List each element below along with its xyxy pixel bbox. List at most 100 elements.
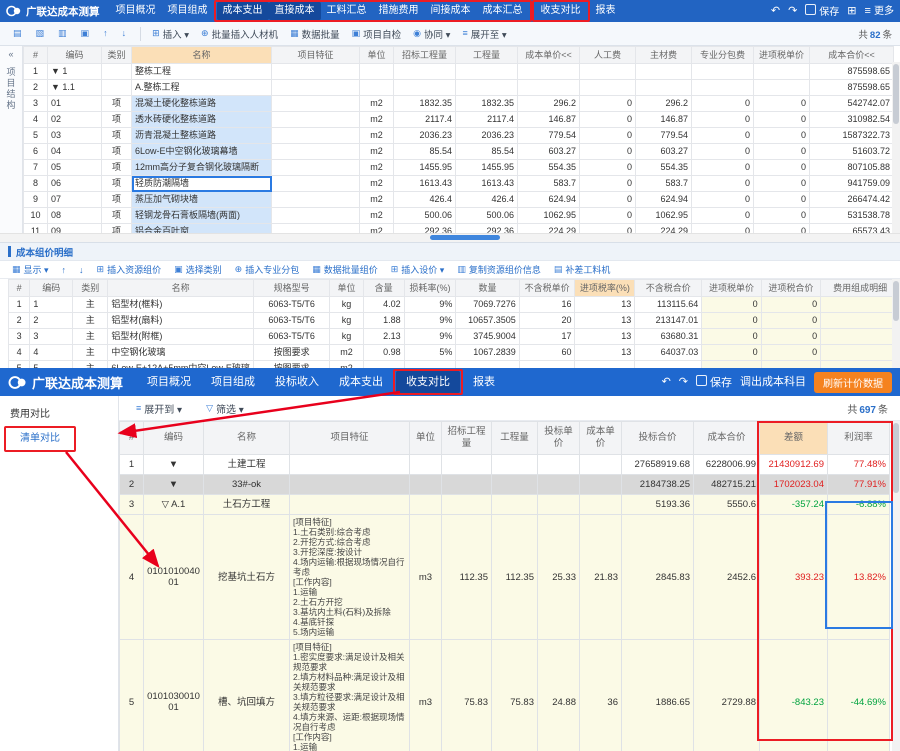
column-header[interactable]: 数量: [456, 280, 519, 297]
cell[interactable]: 010103001001: [144, 640, 204, 751]
cell[interactable]: 3: [30, 329, 73, 345]
menu-report[interactable]: 报表: [590, 2, 622, 20]
cell[interactable]: 0: [692, 128, 754, 144]
column-header[interactable]: 名称: [108, 280, 254, 297]
cell[interactable]: [410, 475, 442, 495]
cell[interactable]: 项: [102, 176, 132, 192]
cell[interactable]: 13: [575, 313, 635, 329]
cell[interactable]: [442, 475, 492, 495]
menu-income-expense-compare[interactable]: 收支对比: [535, 2, 587, 20]
cell[interactable]: 583.7: [518, 176, 580, 192]
cell[interactable]: 2452.6: [694, 515, 760, 640]
cell[interactable]: 213147.01: [635, 313, 702, 329]
cell[interactable]: 224.29: [636, 224, 692, 234]
cell[interactable]: [580, 475, 622, 495]
cell[interactable]: 583.7: [636, 176, 692, 192]
cell[interactable]: [538, 495, 580, 515]
redo-icon[interactable]: ↷: [679, 377, 688, 388]
cell[interactable]: [821, 297, 900, 313]
cell[interactable]: 875598.65: [810, 64, 894, 80]
cell[interactable]: 941759.09: [810, 176, 894, 192]
cell[interactable]: [360, 64, 394, 80]
cell[interactable]: 24.88: [538, 640, 580, 751]
cell[interactable]: [290, 495, 410, 515]
delete-icon[interactable]: ▣: [76, 24, 98, 43]
cell[interactable]: 7: [24, 160, 48, 176]
cell[interactable]: 1.88: [363, 313, 404, 329]
cell[interactable]: 603.27: [636, 144, 692, 160]
expand-to-button[interactable]: ≡展开至 ▾: [457, 24, 511, 43]
tab-material-summary[interactable]: 工料汇总: [321, 2, 373, 20]
cut-icon[interactable]: ▧: [31, 24, 53, 43]
tab-measure-cost[interactable]: 措施费用: [373, 2, 425, 20]
horizontal-scrollbar[interactable]: [0, 233, 900, 242]
cell[interactable]: [492, 475, 538, 495]
cell[interactable]: 0.98: [363, 345, 404, 361]
cell[interactable]: 挖基坑土石方: [204, 515, 290, 640]
cell[interactable]: [442, 495, 492, 515]
cell[interactable]: 按图要求: [253, 345, 329, 361]
menu-project-structure[interactable]: 项目组成: [162, 2, 214, 20]
tree-collapse-button[interactable]: «: [8, 49, 13, 59]
cell[interactable]: 土建工程: [204, 455, 290, 475]
cell[interactable]: [821, 329, 900, 345]
cell[interactable]: [692, 64, 754, 80]
cell[interactable]: 0: [702, 345, 761, 361]
cell[interactable]: 75.83: [492, 640, 538, 751]
cell[interactable]: 9: [24, 192, 48, 208]
copy-icon[interactable]: ▥: [53, 24, 75, 43]
cell[interactable]: 混凝土硬化整栋道路: [132, 96, 272, 112]
cell[interactable]: [272, 96, 360, 112]
cell[interactable]: [636, 64, 692, 80]
cell[interactable]: 779.54: [518, 128, 580, 144]
menu-bid-income[interactable]: 投标收入: [265, 371, 329, 393]
cell[interactable]: 项: [102, 128, 132, 144]
cell[interactable]: 266474.42: [810, 192, 894, 208]
cell[interactable]: [272, 80, 360, 96]
cell[interactable]: 1832.35: [456, 96, 518, 112]
cell[interactable]: 0: [702, 329, 761, 345]
cell[interactable]: 0: [761, 313, 820, 329]
cell[interactable]: [492, 455, 538, 475]
table-row[interactable]: 2 ▼ 1.1A.整栋工程875598.65: [24, 80, 894, 96]
cell[interactable]: m3: [410, 640, 442, 751]
column-header[interactable]: 含量: [363, 280, 404, 297]
column-header[interactable]: 规格型号: [253, 280, 329, 297]
data-batch-button[interactable]: ▦数据批量: [285, 24, 345, 43]
undo-icon[interactable]: ↶: [771, 6, 780, 17]
cell[interactable]: 09: [48, 224, 102, 234]
cell[interactable]: 0: [754, 176, 810, 192]
cell[interactable]: 426.4: [456, 192, 518, 208]
column-header[interactable]: 利润率: [828, 422, 890, 455]
cell[interactable]: 0: [692, 224, 754, 234]
cell[interactable]: [290, 455, 410, 475]
cell[interactable]: 2117.4: [456, 112, 518, 128]
cell[interactable]: 0: [754, 128, 810, 144]
cell[interactable]: kg: [330, 329, 363, 345]
copy-resource-price-button[interactable]: ▥复制资源组价信息: [455, 262, 543, 277]
cell[interactable]: 0: [754, 224, 810, 234]
table-row[interactable]: 4010101004001挖基坑土石方[项目特征] 1.土石类别:综合考虑 2.…: [120, 515, 890, 640]
cell[interactable]: 542742.07: [810, 96, 894, 112]
table-row[interactable]: 705项12mm高分子复合钢化玻璃隔断m21455.951455.95554.3…: [24, 160, 894, 176]
cell[interactable]: [821, 313, 900, 329]
cell[interactable]: 60: [519, 345, 575, 361]
cell[interactable]: [538, 475, 580, 495]
more-button[interactable]: ≡ 更多: [865, 6, 894, 17]
column-header[interactable]: #: [9, 280, 30, 297]
column-header[interactable]: 招标工程量: [442, 422, 492, 455]
cell[interactable]: 08: [48, 208, 102, 224]
cell[interactable]: 土石方工程: [204, 495, 290, 515]
cell[interactable]: 554.35: [636, 160, 692, 176]
cell[interactable]: [272, 112, 360, 128]
cell[interactable]: 0: [754, 144, 810, 160]
table-row[interactable]: 22主铝型材(扇料)6063-T5/T6kg1.889%10657.350520…: [9, 313, 900, 329]
table-row[interactable]: 2▼33#-ok2184738.25482715.211702023.0477.…: [120, 475, 890, 495]
cell[interactable]: 2036.23: [456, 128, 518, 144]
cell[interactable]: [102, 80, 132, 96]
cell[interactable]: 0: [692, 144, 754, 160]
cell[interactable]: 33#-ok: [204, 475, 290, 495]
cell[interactable]: 0: [754, 96, 810, 112]
menu-income-expense-compare[interactable]: 收支对比: [396, 371, 460, 393]
cell[interactable]: [580, 64, 636, 80]
